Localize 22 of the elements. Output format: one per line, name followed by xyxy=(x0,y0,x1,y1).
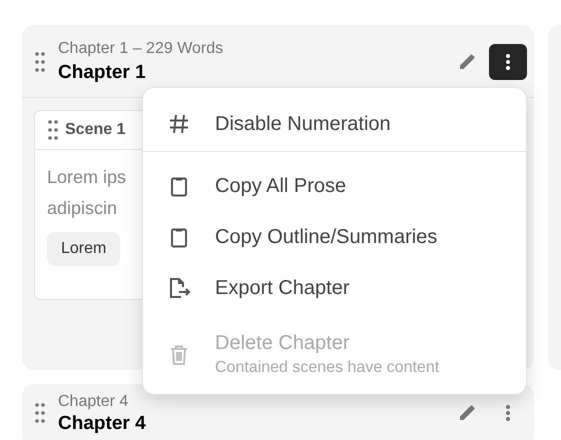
scene-text: Lorem ips xyxy=(47,166,126,189)
chapter-title: Chapter 4 xyxy=(58,413,147,435)
menu-item[interactable]: Copy All Prose xyxy=(143,160,526,211)
menu-item-note: Contained scenes have content xyxy=(215,358,440,378)
scene-text: adipiscin xyxy=(47,197,118,220)
more-icon xyxy=(506,405,510,421)
drag-handle-icon[interactable] xyxy=(34,51,46,73)
file-export-icon xyxy=(167,276,191,300)
more-button[interactable] xyxy=(489,44,527,80)
menu-item[interactable]: Copy Outline/Summaries xyxy=(143,211,526,262)
edit-icon[interactable] xyxy=(457,403,477,423)
menu-item[interactable]: Export Chapter xyxy=(143,262,526,313)
chapter-subtitle: Chapter 1 – 229 Words xyxy=(58,39,224,59)
chapter-subtitle: Chapter 4 xyxy=(58,392,130,412)
edit-icon[interactable] xyxy=(457,52,477,72)
more-icon xyxy=(506,54,510,70)
chapter-title: Chapter 1 xyxy=(58,61,147,85)
tag: Lorem xyxy=(47,232,120,266)
scene-title: Scene 1 xyxy=(65,121,126,139)
drag-handle-icon[interactable] xyxy=(34,402,46,424)
drag-handle-icon[interactable] xyxy=(47,119,59,141)
menu-item[interactable]: Disable Numeration xyxy=(143,96,526,152)
